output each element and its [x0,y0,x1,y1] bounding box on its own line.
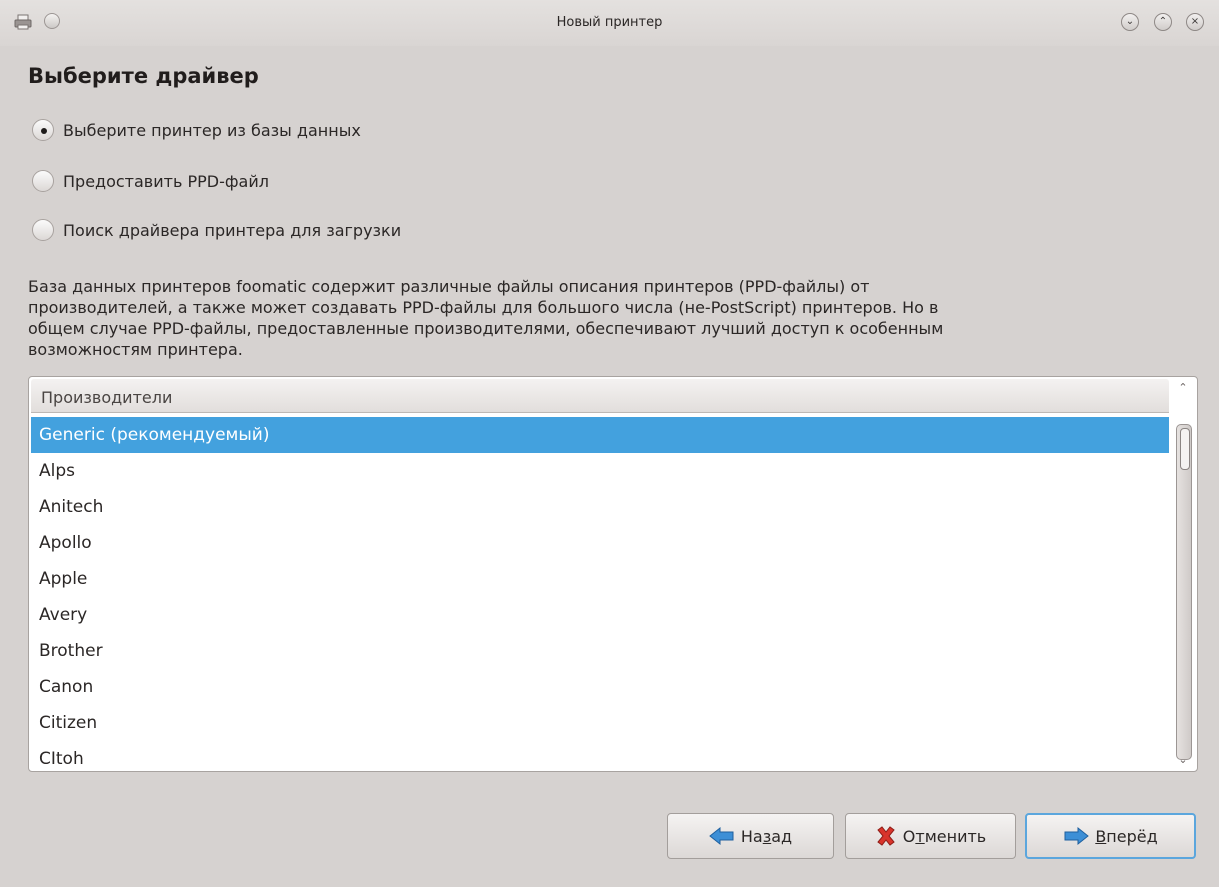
list-item[interactable]: Canon [31,669,1169,705]
back-button-label: Назад [740,826,793,846]
option-search-driver[interactable]: Поиск драйвера принтера для загрузки [32,218,401,242]
description-text: База данных принтеров foomatic содержит … [28,276,1198,360]
page-title: Выберите драйвер [28,64,259,88]
list-item[interactable]: Avery [31,597,1169,633]
list-item[interactable]: Alps [31,453,1169,489]
option-label: Поиск драйвера принтера для загрузки [63,220,402,240]
column-header-label: Производители [41,388,173,407]
window-title: Новый принтер [556,15,663,30]
column-header[interactable]: Производители [31,379,1169,413]
list-item[interactable]: Apollo [31,525,1169,561]
description-line: общем случае PPD-файлы, предоставленные … [28,319,944,338]
list-item[interactable]: Anitech [31,489,1169,525]
list-item[interactable]: CItoh [31,741,1169,771]
title-bar: Новый принтер ⌄ ⌃ × [0,0,1219,46]
description-line: производителей, а также может создавать … [28,298,939,317]
maximize-icon[interactable]: ⌃ [1154,13,1172,31]
description-line: возможностям принтера. [28,340,243,359]
scrollbar-thumb[interactable] [1176,424,1192,760]
scroll-up-icon[interactable]: ⌃ [1176,382,1190,394]
option-ppd-file[interactable]: Предоставить PPD-файл [32,169,269,193]
option-label: Предоставить PPD-файл [63,171,269,191]
radio-button[interactable] [32,119,54,141]
next-button-label: Вперёд [1095,826,1158,846]
radio-button[interactable] [32,219,54,241]
next-button[interactable]: Вперёд [1025,813,1196,859]
close-icon[interactable]: × [1186,13,1204,31]
option-database[interactable]: Выберите принтер из базы данных [32,118,361,142]
list-item[interactable]: Citizen [31,705,1169,741]
arrow-right-icon [1063,826,1090,846]
manufacturer-list[interactable]: Производители Generic (рекомендуемый) Al… [28,376,1198,772]
description-line: База данных принтеров foomatic содержит … [28,277,870,296]
option-label: Выберите принтер из базы данных [63,120,361,140]
list-item[interactable]: Brother [31,633,1169,669]
list-item[interactable]: Generic (рекомендуемый) [31,417,1169,453]
minimize-icon[interactable]: ⌄ [1121,13,1139,31]
cancel-icon [875,825,897,847]
radio-button[interactable] [32,170,54,192]
arrow-left-icon [709,826,735,846]
cancel-button[interactable]: Отменить [845,813,1016,859]
list-rows: Generic (рекомендуемый) Alps Anitech Apo… [31,417,1169,771]
cancel-button-label: Отменить [902,826,987,846]
back-button[interactable]: Назад [667,813,834,859]
list-item[interactable]: Apple [31,561,1169,597]
